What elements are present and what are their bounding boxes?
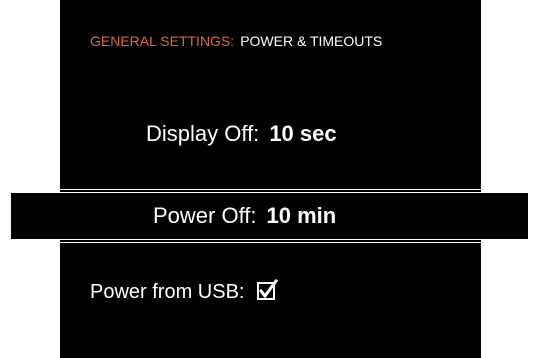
page-title: POWER & TIMEOUTS bbox=[240, 33, 383, 49]
settings-panel bbox=[60, 0, 481, 358]
power-off-value[interactable]: 10 min bbox=[267, 203, 337, 228]
display-off-label: Display Off: bbox=[146, 121, 260, 146]
device-screen: GENERAL SETTINGS: POWER & TIMEOUTS Displa… bbox=[0, 0, 541, 358]
power-off-setting[interactable]: Power Off: 10 min bbox=[153, 203, 336, 229]
display-off-value[interactable]: 10 sec bbox=[269, 121, 336, 146]
checkbox-checked-icon[interactable] bbox=[256, 278, 279, 301]
page-header: GENERAL SETTINGS: POWER & TIMEOUTS bbox=[90, 33, 382, 49]
section-title: GENERAL SETTINGS: bbox=[90, 33, 235, 49]
display-off-setting[interactable]: Display Off: 10 sec bbox=[146, 121, 337, 147]
power-off-label: Power Off: bbox=[153, 203, 257, 228]
power-from-usb-setting[interactable]: Power from USB: bbox=[90, 278, 279, 304]
power-from-usb-label: Power from USB: bbox=[90, 281, 245, 303]
